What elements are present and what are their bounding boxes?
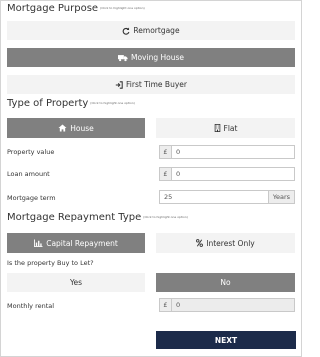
monthly-rental-label: Monthly rental — [7, 302, 55, 310]
currency-prefix: £ — [160, 299, 172, 311]
flat-label: Flat — [223, 123, 238, 133]
repayment-type-hint: (Click to highlight one option) — [143, 215, 188, 219]
refresh-icon — [122, 26, 130, 35]
flat-option[interactable]: Flat — [156, 118, 295, 138]
mortgage-term-label: Mortgage term — [7, 194, 56, 202]
monthly-rental-input: 0 — [172, 299, 294, 311]
first-time-buyer-option[interactable]: First Time Buyer — [7, 75, 295, 94]
first-time-buyer-label: First Time Buyer — [126, 80, 187, 89]
repayment-type-title: Mortgage Repayment Type — [7, 212, 142, 223]
loan-amount-field[interactable]: £ 0 — [159, 167, 295, 181]
property-type-hint: (Click to highlight one option) — [90, 101, 135, 105]
sign-in-icon — [115, 80, 123, 89]
mortgage-purpose-title: Mortgage Purpose — [7, 3, 99, 14]
currency-prefix: £ — [160, 146, 172, 158]
interest-only-option[interactable]: Interest Only — [156, 233, 295, 253]
capital-repayment-label: Capital Repayment — [46, 238, 118, 248]
no-label: No — [220, 278, 231, 287]
years-suffix: Years — [268, 191, 294, 203]
mortgage-term-input[interactable]: 25 — [160, 191, 268, 203]
currency-prefix: £ — [160, 168, 172, 180]
monthly-rental-field: £ 0 — [159, 298, 295, 312]
repayment-type-heading: Mortgage Repayment Type (Click to highlig… — [7, 212, 188, 223]
remortgage-label: Remortgage — [133, 26, 180, 35]
moving-house-option[interactable]: Moving House — [7, 48, 295, 67]
house-label: House — [70, 123, 94, 133]
percent-icon — [196, 239, 204, 247]
buy-to-let-question: Is the property Buy to Let? — [7, 259, 94, 267]
next-button[interactable]: NEXT — [156, 331, 296, 349]
building-icon — [214, 124, 221, 132]
loan-amount-input[interactable]: 0 — [172, 168, 294, 180]
mortgage-term-field[interactable]: 25 Years — [159, 190, 295, 204]
buy-to-let-yes-option[interactable]: Yes — [7, 273, 145, 292]
property-value-label: Property value — [7, 148, 55, 156]
property-value-input[interactable]: 0 — [172, 146, 294, 158]
interest-only-label: Interest Only — [206, 238, 255, 248]
loan-amount-label: Loan amount — [7, 170, 50, 178]
buy-to-let-no-option[interactable]: No — [156, 273, 295, 292]
property-type-heading: Type of Property (Click to highlight one … — [7, 98, 135, 109]
property-type-title: Type of Property — [7, 98, 89, 109]
mortgage-purpose-heading: Mortgage Purpose (Click to highlight one … — [7, 3, 145, 14]
bar-chart-icon — [34, 239, 43, 247]
mortgage-purpose-hint: (Click to highlight one option) — [100, 6, 145, 10]
remortgage-option[interactable]: Remortgage — [7, 21, 295, 40]
property-value-field[interactable]: £ 0 — [159, 145, 295, 159]
house-option[interactable]: House — [7, 118, 145, 138]
capital-repayment-option[interactable]: Capital Repayment — [7, 233, 145, 253]
yes-label: Yes — [69, 278, 83, 287]
moving-house-label: Moving House — [131, 53, 184, 62]
truck-icon — [118, 54, 128, 62]
home-icon — [58, 124, 67, 132]
